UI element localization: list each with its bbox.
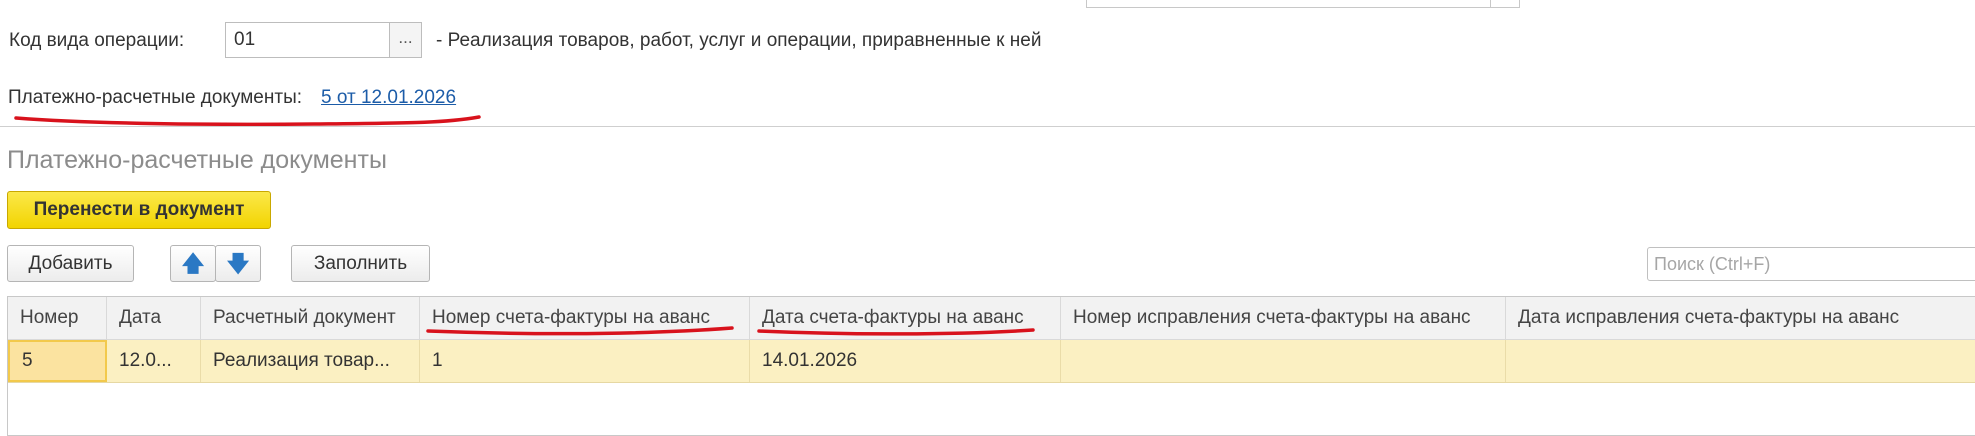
- cell-correction-number[interactable]: [1061, 340, 1506, 382]
- operation-code-description: - Реализация товаров, работ, услуг и опе…: [436, 30, 1042, 51]
- table-row[interactable]: 5 12.0... Реализация товар... 1 14.01.20…: [8, 340, 1975, 383]
- section-divider: [0, 126, 1975, 127]
- column-header-number[interactable]: Номер: [8, 297, 107, 339]
- section-title: Платежно-расчетные документы: [7, 146, 387, 174]
- ellipsis-icon: ...: [398, 28, 413, 47]
- cell-number[interactable]: 5: [8, 340, 107, 382]
- add-button[interactable]: Добавить: [7, 245, 134, 282]
- cell-date[interactable]: 12.0...: [107, 340, 201, 382]
- column-header-settlement-doc[interactable]: Расчетный документ: [201, 297, 420, 339]
- column-header-correction-date[interactable]: Дата исправления счета-фактуры на аванс: [1506, 297, 1975, 339]
- cell-invoice-number[interactable]: 1: [420, 340, 750, 382]
- red-annotation-underline: [757, 328, 1035, 336]
- column-header-date[interactable]: Дата: [107, 297, 201, 339]
- move-up-button[interactable]: 🡅: [170, 245, 216, 282]
- payment-docs-label: Платежно-расчетные документы:: [8, 87, 303, 108]
- cell-correction-date[interactable]: [1506, 340, 1975, 382]
- operation-code-picker-button[interactable]: ...: [389, 22, 422, 58]
- cell-settlement-doc[interactable]: Реализация товар...: [201, 340, 420, 382]
- top-partial-field-button[interactable]: [1490, 0, 1521, 8]
- red-annotation-underline: [426, 326, 734, 336]
- payment-docs-link[interactable]: 5 от 12.01.2026: [321, 87, 456, 109]
- column-header-correction-number[interactable]: Номер исправления счета-фактуры на аванс: [1061, 297, 1506, 339]
- fill-button[interactable]: Заполнить: [291, 245, 430, 282]
- search-input[interactable]: [1647, 247, 1975, 281]
- operation-code-input[interactable]: [225, 22, 389, 58]
- operation-code-label: Код вида операции:: [9, 30, 185, 51]
- move-down-button[interactable]: 🡇: [215, 245, 261, 282]
- transfer-to-document-button[interactable]: Перенести в документ: [7, 191, 271, 229]
- arrow-down-icon: 🡇: [226, 251, 250, 276]
- cell-invoice-date[interactable]: 14.01.2026: [750, 340, 1061, 382]
- arrow-up-icon: 🡅: [181, 251, 205, 276]
- top-partial-field[interactable]: [1086, 0, 1520, 8]
